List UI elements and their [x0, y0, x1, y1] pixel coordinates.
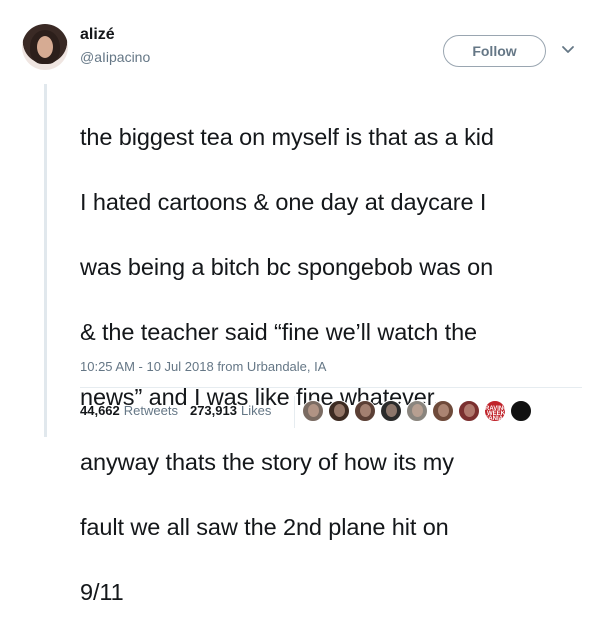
liker-avatar[interactable]: [354, 400, 376, 422]
retweets-label: Retweets: [123, 403, 178, 418]
chevron-down-icon[interactable]: [561, 43, 575, 57]
retweets-stat[interactable]: 44,662 Retweets: [80, 403, 178, 418]
liker-face: [412, 404, 423, 417]
retweets-count: 44,662: [80, 403, 120, 418]
avatar[interactable]: [22, 24, 68, 70]
divider-top: [80, 387, 582, 388]
avatar-face: [37, 36, 53, 58]
tweet-line: fault we all saw the 2nd plane hit on: [80, 513, 449, 540]
tweet-line: anyway thats the story of how its my: [80, 448, 454, 475]
liker-face: [464, 404, 475, 417]
liker-face: [386, 404, 397, 417]
tweet-stats: 44,662 Retweets 273,913 Likes: [80, 403, 271, 418]
liker-badge-icon[interactable]: RAVING WEEK FANIAS: [484, 400, 506, 422]
liker-face: [334, 404, 345, 417]
user-handle[interactable]: @aIipacino: [80, 49, 150, 65]
stats-separator: [294, 396, 295, 428]
liker-avatar[interactable]: [328, 400, 350, 422]
liker-avatar[interactable]: [432, 400, 454, 422]
liker-badge-text: RAVING WEEK FANIAS: [485, 406, 506, 422]
follow-button[interactable]: Follow: [443, 35, 546, 67]
likes-count: 273,913: [189, 403, 237, 418]
liker-avatar[interactable]: [302, 400, 324, 422]
liker-avatars: RAVING WEEK FANIAS: [302, 400, 536, 422]
tweet-line: was being a bitch bc spongebob was on: [80, 253, 494, 280]
tweet-line: the biggest tea on myself is that as a k…: [80, 123, 494, 150]
liker-avatar[interactable]: [510, 400, 532, 422]
likes-stat[interactable]: 273,913 Likes: [190, 403, 271, 418]
liker-face: [438, 404, 449, 417]
liker-avatar[interactable]: [458, 400, 480, 422]
tweet-line: & the teacher said “fine we’ll watch the: [80, 318, 478, 345]
liker-face: [308, 404, 319, 417]
liker-avatar[interactable]: [406, 400, 428, 422]
liker-face: [360, 404, 371, 417]
liker-avatar[interactable]: [380, 400, 402, 422]
likes-label: Likes: [240, 403, 272, 418]
tweet-line: I hated cartoons & one day at daycare I: [80, 188, 487, 215]
user-name[interactable]: alizé: [80, 26, 115, 44]
tweet-line: 9/11: [80, 578, 124, 605]
thread-line: [44, 84, 47, 437]
tweet-timestamp[interactable]: 10:25 AM - 10 Jul 2018 from Urbandale, I…: [80, 359, 326, 374]
